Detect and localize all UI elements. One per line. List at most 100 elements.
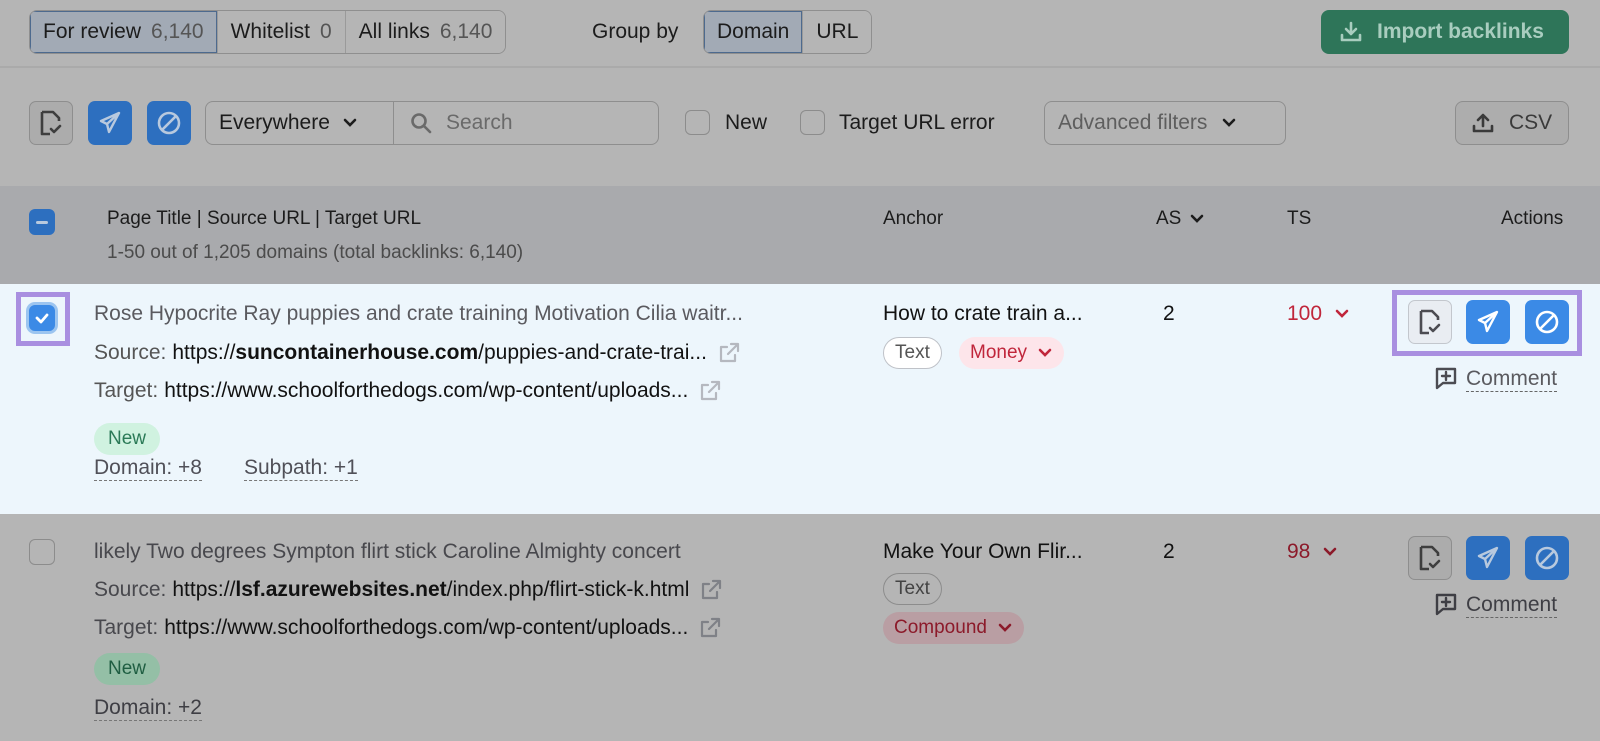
source-prefix: https:// xyxy=(172,341,236,364)
anchor-text: Make Your Own Flir... xyxy=(883,540,1083,563)
bulk-disavow-button[interactable] xyxy=(147,101,191,145)
send-button[interactable] xyxy=(1466,300,1510,344)
disavow-button[interactable] xyxy=(1525,536,1569,580)
tab-label: Whitelist xyxy=(230,20,310,43)
chevron-down-icon xyxy=(343,118,357,127)
target-url: Target: https://www.schoolforthedogs.com… xyxy=(94,379,722,403)
group-by-domain[interactable]: Domain xyxy=(704,11,804,53)
bulk-send-button[interactable] xyxy=(88,101,132,145)
source-prefix: https:// xyxy=(172,578,236,601)
import-backlinks-label: Import backlinks xyxy=(1377,20,1544,43)
as-score: 2 xyxy=(1163,540,1175,563)
page-title: Rose Hypocrite Ray puppies and crate tra… xyxy=(94,302,743,325)
tab-for-review[interactable]: For review 6,140 xyxy=(30,11,218,53)
scope-select-value: Everywhere xyxy=(219,111,330,134)
review-tabs: For review 6,140 Whitelist 0 All links 6… xyxy=(29,10,507,54)
source-link[interactable]: https://lsf.azurewebsites.net/index.php/… xyxy=(172,578,689,602)
page-title: likely Two degrees Sympton flirt stick C… xyxy=(94,540,681,563)
new-filter-label: New xyxy=(725,111,768,134)
tab-label: All links xyxy=(358,20,430,43)
new-badge: New xyxy=(94,653,161,685)
send-icon xyxy=(1477,310,1499,333)
table-row: likely Two degrees Sympton flirt stick C… xyxy=(0,514,1600,741)
column-header-as[interactable]: AS xyxy=(1156,208,1205,230)
advanced-filters-dropdown[interactable]: Advanced filters xyxy=(1044,101,1286,145)
external-link-icon[interactable] xyxy=(698,379,722,403)
table-header: Page Title | Source URL | Target URL 1-5… xyxy=(0,186,1600,284)
anchor-category-dropdown[interactable]: Compound xyxy=(883,612,1024,644)
tab-count: 6,140 xyxy=(439,20,493,43)
group-by-label: Group by xyxy=(592,20,679,43)
send-icon xyxy=(99,111,121,134)
column-header-title: Page Title | Source URL | Target URL xyxy=(107,208,422,229)
upload-icon xyxy=(1472,113,1494,133)
search-input[interactable] xyxy=(446,111,646,135)
anchor-type-tag: Text xyxy=(883,337,942,369)
chevron-down-icon xyxy=(1324,547,1337,556)
add-comment-icon xyxy=(1435,593,1457,616)
toolbar: Everywhere New Target URL error Advanced… xyxy=(0,70,1600,184)
send-icon xyxy=(1477,546,1499,569)
chevron-down-icon xyxy=(1335,309,1349,318)
subpath-more-link[interactable]: Subpath: +1 xyxy=(244,456,358,481)
bulk-review-button[interactable] xyxy=(29,101,73,145)
anchor-text: How to crate train a... xyxy=(883,302,1083,325)
chevron-down-icon xyxy=(1038,348,1052,357)
source-label: Source: xyxy=(94,578,167,601)
add-comment-icon xyxy=(1435,367,1457,390)
comment-label: Comment xyxy=(1466,592,1558,618)
anchor-category-dropdown[interactable]: Money xyxy=(959,337,1065,369)
tab-count: 0 xyxy=(319,20,332,43)
disavow-button[interactable] xyxy=(1525,300,1569,344)
new-badge: New xyxy=(94,423,161,455)
source-domain: suncontainerhouse.com xyxy=(235,341,479,364)
row-checkbox[interactable] xyxy=(29,539,55,565)
external-link-icon[interactable] xyxy=(717,341,741,365)
review-button[interactable] xyxy=(1408,300,1452,344)
comment-label: Comment xyxy=(1466,366,1558,392)
top-bar: For review 6,140 Whitelist 0 All links 6… xyxy=(0,0,1600,68)
group-by-url[interactable]: URL xyxy=(803,11,872,53)
column-header-as-label: AS xyxy=(1156,208,1182,229)
target-url-error-checkbox[interactable] xyxy=(800,110,825,135)
domain-more-link[interactable]: Domain: +8 xyxy=(94,456,202,481)
ts-score: 98 xyxy=(1287,540,1311,563)
target-link[interactable]: https://www.schoolforthedogs.com/wp-cont… xyxy=(164,616,688,640)
ts-score: 100 xyxy=(1287,302,1323,325)
source-domain: lsf.azurewebsites.net xyxy=(235,578,447,601)
tab-all-links[interactable]: All links 6,140 xyxy=(345,11,506,53)
export-csv-button[interactable]: CSV xyxy=(1455,101,1569,145)
target-label: Target: xyxy=(94,616,159,639)
row-checkbox[interactable] xyxy=(29,305,55,331)
comment-button[interactable]: Comment xyxy=(1434,366,1558,392)
new-filter-checkbox[interactable] xyxy=(685,110,710,135)
ts-score-dropdown[interactable]: 98 xyxy=(1287,540,1338,564)
domain-more-link[interactable]: Domain: +2 xyxy=(94,696,202,721)
target-link[interactable]: https://www.schoolforthedogs.com/wp-cont… xyxy=(164,379,688,403)
send-button[interactable] xyxy=(1466,536,1510,580)
external-link-icon[interactable] xyxy=(699,578,723,602)
column-header-actions: Actions xyxy=(1501,208,1564,229)
scope-select[interactable]: Everywhere xyxy=(205,101,393,145)
select-all-checkbox[interactable] xyxy=(29,209,55,235)
disavow-icon xyxy=(157,111,181,135)
checkmark-icon xyxy=(35,313,49,324)
external-link-icon[interactable] xyxy=(698,616,722,640)
download-icon xyxy=(1340,21,1362,42)
review-document-icon xyxy=(1419,309,1441,335)
tab-count: 6,140 xyxy=(151,20,204,43)
tab-whitelist[interactable]: Whitelist 0 xyxy=(217,11,346,53)
source-url: Source: https://lsf.azurewebsites.net/in… xyxy=(94,578,723,602)
import-backlinks-button[interactable]: Import backlinks xyxy=(1321,10,1569,54)
review-document-icon xyxy=(40,110,62,136)
target-url: Target: https://www.schoolforthedogs.com… xyxy=(94,616,722,640)
disavow-icon xyxy=(1535,310,1559,334)
source-link[interactable]: https://suncontainerhouse.com/puppies-an… xyxy=(172,341,707,365)
column-header-anchor: Anchor xyxy=(883,208,944,229)
source-path: /puppies-and-crate-trai... xyxy=(478,341,707,364)
review-button[interactable] xyxy=(1408,536,1452,580)
advanced-filters-label: Advanced filters xyxy=(1058,111,1208,134)
comment-button[interactable]: Comment xyxy=(1434,592,1558,618)
ts-score-dropdown[interactable]: 100 xyxy=(1287,302,1350,326)
review-document-icon xyxy=(1419,545,1441,571)
